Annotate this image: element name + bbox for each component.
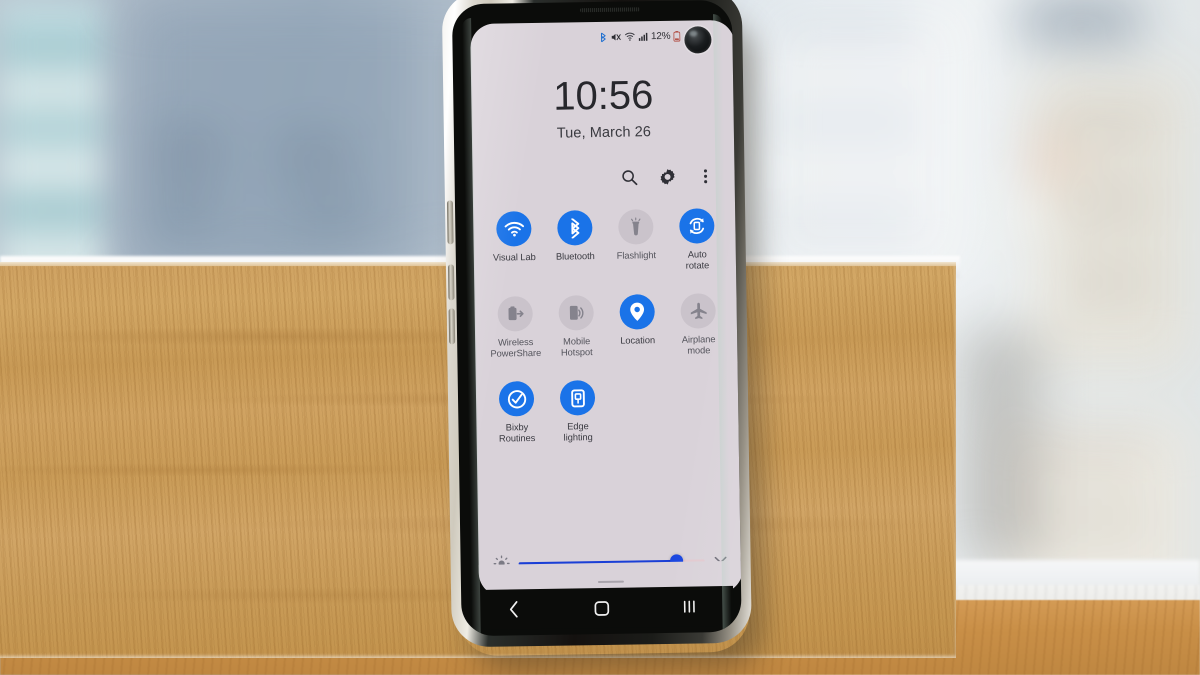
wifi-icon bbox=[496, 211, 532, 247]
more-vert-icon[interactable] bbox=[695, 166, 714, 185]
tile-mobile-hotspot[interactable]: Mobile Hotspot bbox=[545, 295, 607, 359]
tile-label: Airplane mode bbox=[681, 334, 716, 356]
tile-bixby-routines[interactable]: Bixby Routines bbox=[486, 381, 548, 445]
gear-icon[interactable] bbox=[657, 167, 676, 186]
bluetooth-icon bbox=[599, 31, 607, 42]
phone-glass: 12% 10:56 Tue, March 26 Visual Lab Bluet… bbox=[451, 0, 742, 637]
lockscreen-clock: 10:56 Tue, March 26 bbox=[471, 73, 736, 143]
signal-bars-icon bbox=[638, 31, 648, 41]
earpiece-speaker bbox=[579, 7, 640, 13]
tile-edge-lighting[interactable]: Edge lighting bbox=[547, 380, 609, 444]
tile-label: Auto rotate bbox=[685, 249, 710, 271]
location-pin-icon bbox=[619, 294, 655, 330]
phone-screen: 12% 10:56 Tue, March 26 Visual Lab Bluet… bbox=[470, 19, 742, 597]
bixby-routines-icon bbox=[498, 381, 535, 417]
tile-wireless-powershare[interactable]: Wireless PowerShare bbox=[484, 296, 546, 360]
battery-percent-label: 12% bbox=[650, 30, 671, 42]
tile-label: Bixby Routines bbox=[498, 422, 536, 444]
search-icon[interactable] bbox=[619, 167, 638, 186]
tile-label: Location bbox=[620, 335, 656, 346]
tile-location[interactable]: Location bbox=[606, 294, 668, 358]
drag-handle[interactable] bbox=[597, 580, 624, 584]
tile-label: Bluetooth bbox=[555, 251, 595, 262]
flashlight-icon bbox=[618, 209, 654, 245]
bixby-button[interactable] bbox=[446, 200, 454, 245]
navigation-bar bbox=[469, 585, 734, 631]
tile-label: Mobile Hotspot bbox=[560, 336, 593, 358]
tile-label: Edge lighting bbox=[563, 421, 593, 443]
tile-label: Visual Lab bbox=[492, 251, 536, 263]
camera-glint bbox=[689, 30, 698, 37]
volume-down-button[interactable] bbox=[448, 308, 456, 345]
auto-rotate-icon bbox=[679, 208, 715, 244]
volume-up-button[interactable] bbox=[447, 264, 455, 301]
mute-vibrate-icon bbox=[610, 31, 621, 42]
tile-flashlight[interactable]: Flashlight bbox=[605, 209, 667, 273]
bluetooth-icon bbox=[557, 210, 593, 246]
tile-label: Wireless PowerShare bbox=[490, 337, 542, 359]
mobile-hotspot-icon bbox=[558, 295, 594, 331]
photo-scene: 12% 10:56 Tue, March 26 Visual Lab Bluet… bbox=[0, 0, 1200, 675]
tile-bluetooth[interactable]: Bluetooth bbox=[544, 210, 606, 274]
smartphone: 12% 10:56 Tue, March 26 Visual Lab Bluet… bbox=[441, 0, 752, 652]
quick-settings-header bbox=[472, 166, 736, 189]
wifi-icon bbox=[624, 31, 635, 41]
wireless-powershare-icon bbox=[497, 296, 533, 332]
quick-settings-grid: Visual Lab Bluetooth Flashlight Auto rot… bbox=[483, 208, 731, 445]
tile-auto-rotate[interactable]: Auto rotate bbox=[666, 208, 728, 272]
recents-button[interactable] bbox=[678, 595, 700, 617]
back-button[interactable] bbox=[502, 598, 524, 620]
battery-low-icon bbox=[673, 30, 681, 42]
tile-airplane-mode[interactable]: Airplane mode bbox=[667, 293, 729, 357]
home-button[interactable] bbox=[590, 597, 612, 619]
edge-lighting-icon bbox=[559, 380, 596, 416]
airplane-icon bbox=[680, 293, 716, 329]
tile-visual-lab[interactable]: Visual Lab bbox=[483, 211, 545, 275]
clock-date: Tue, March 26 bbox=[556, 124, 652, 142]
clock-time: 10:56 bbox=[552, 73, 654, 119]
tile-label: Flashlight bbox=[616, 250, 657, 261]
